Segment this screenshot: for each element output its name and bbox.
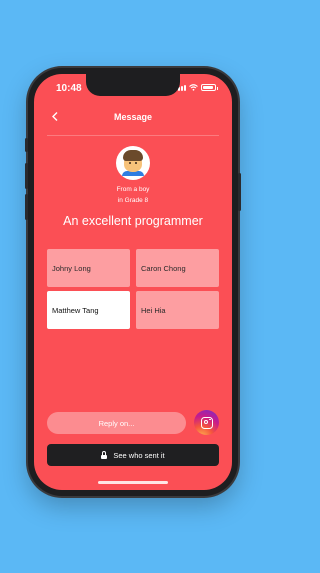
- status-icons: [175, 84, 218, 91]
- instagram-share-button[interactable]: [194, 410, 219, 435]
- option-4[interactable]: Hei Hia: [136, 291, 219, 329]
- volume-down-button: [25, 194, 28, 220]
- avatar: [116, 146, 150, 180]
- battery-icon: [201, 84, 218, 91]
- options-grid: Johny Long Caron Chong Matthew Tang Hei …: [47, 249, 219, 329]
- sender-line-1: From a boy: [116, 186, 150, 193]
- see-who-sent-button[interactable]: See who sent it: [47, 444, 219, 466]
- sender-line-2: in Grade 8: [117, 197, 149, 204]
- phone-frame: 10:48 Message From a boy in Grade 8 An e…: [25, 68, 241, 496]
- home-indicator[interactable]: [98, 481, 168, 484]
- boy-emoji-icon: [121, 150, 145, 176]
- notch: [86, 74, 180, 96]
- instagram-icon: [200, 416, 213, 429]
- question-text: An excellent programmer: [63, 214, 203, 228]
- option-1[interactable]: Johny Long: [47, 249, 130, 287]
- wifi-icon: [189, 84, 198, 91]
- see-who-sent-label: See who sent it: [113, 450, 165, 460]
- power-button: [238, 173, 241, 211]
- option-3[interactable]: Matthew Tang: [47, 291, 130, 329]
- status-time: 10:48: [56, 83, 82, 94]
- option-2[interactable]: Caron Chong: [136, 249, 219, 287]
- reply-input[interactable]: Reply on...: [47, 412, 186, 434]
- lock-icon: [101, 451, 108, 459]
- sender-info: From a boy in Grade 8: [34, 184, 232, 206]
- page-title: Message: [113, 112, 153, 122]
- battery-level: [203, 86, 213, 89]
- volume-up-button: [25, 163, 28, 189]
- phone-screen: 10:48 Message From a boy in Grade 8 An e…: [34, 74, 232, 490]
- nav-bar: Message: [34, 110, 232, 126]
- header-divider: [47, 135, 219, 136]
- mute-switch: [25, 138, 28, 152]
